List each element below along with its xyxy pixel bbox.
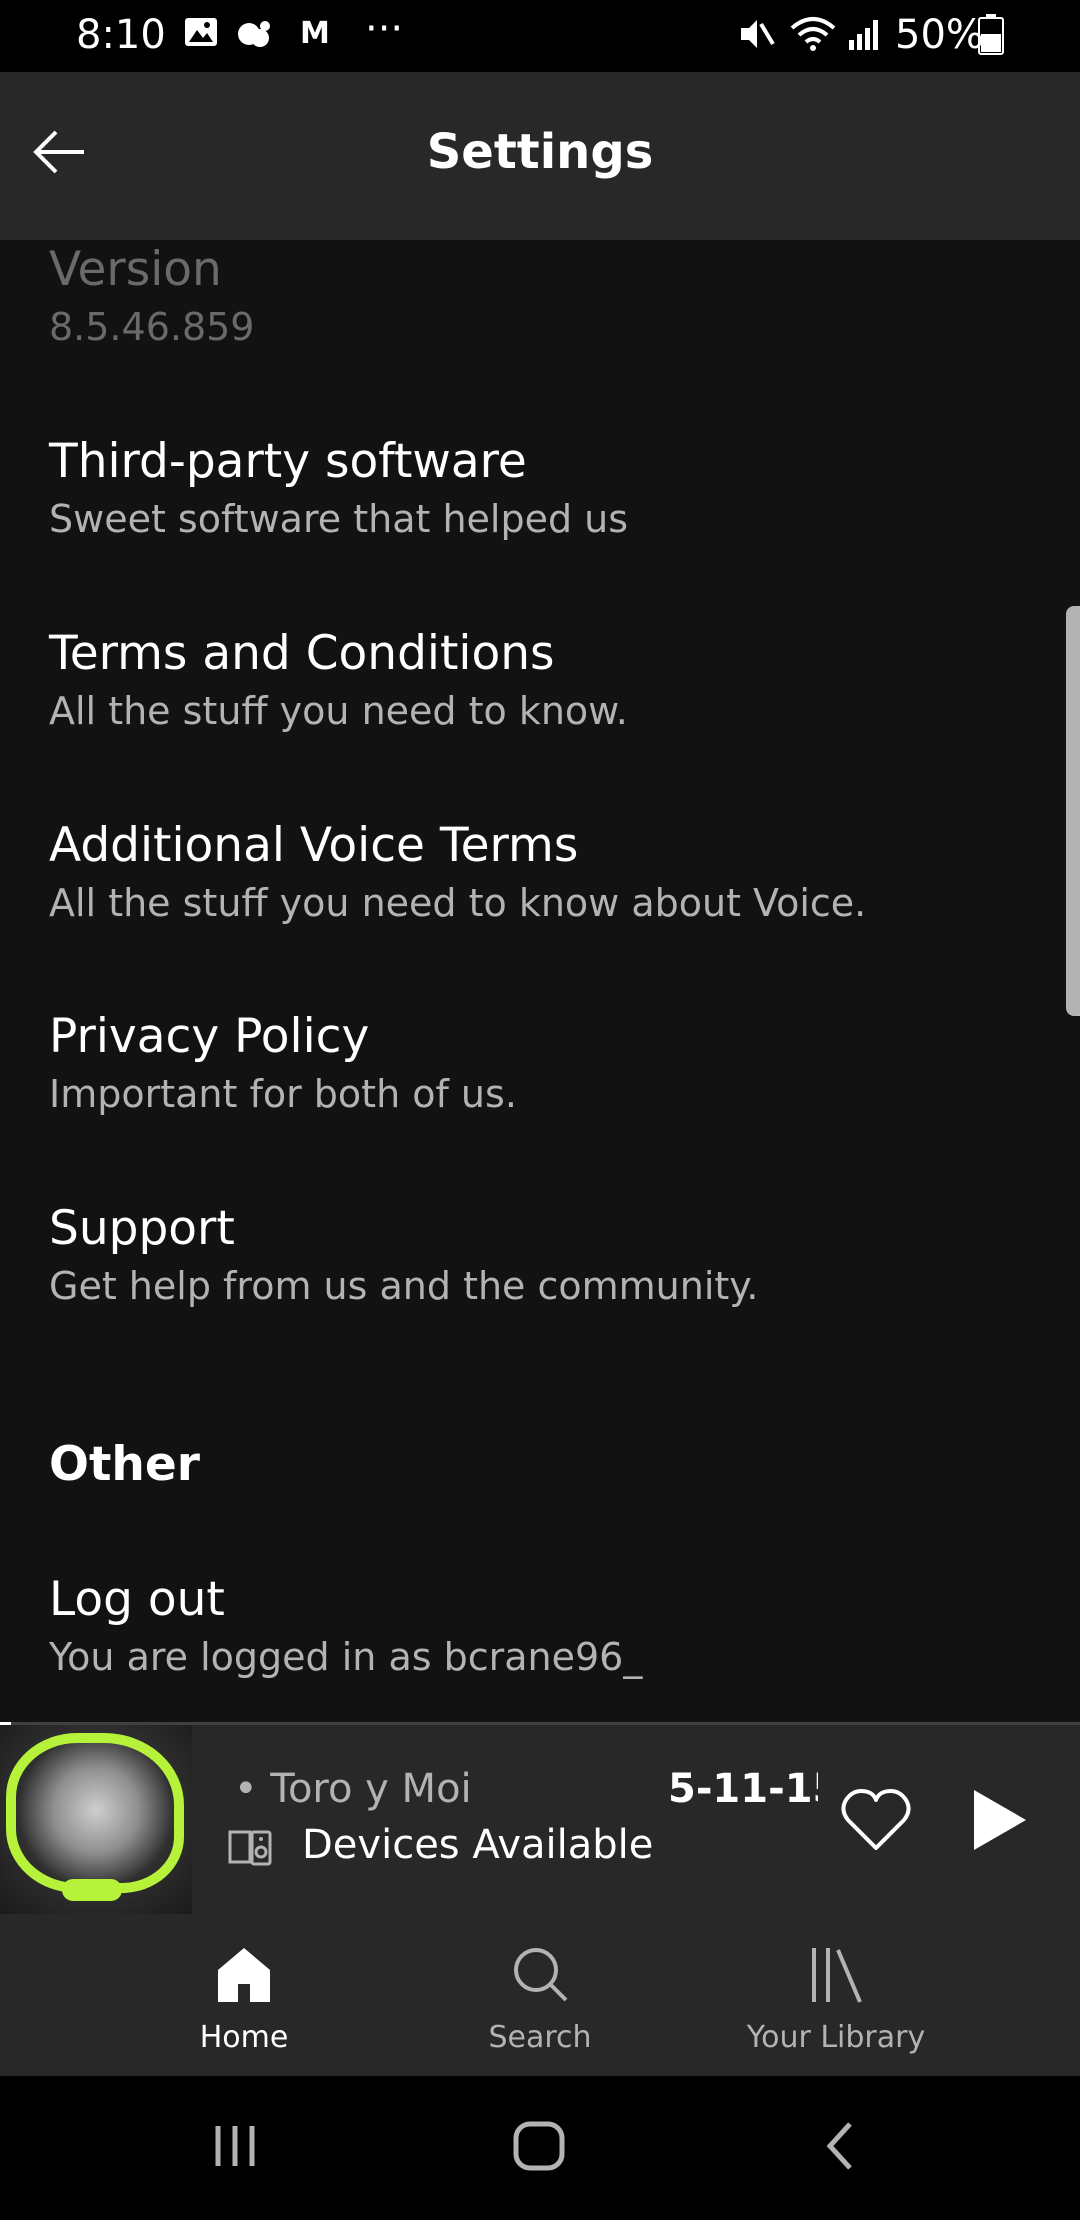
item-title: Terms and Conditions: [49, 626, 555, 681]
nav-label-your-library: Your Library: [746, 2020, 926, 2055]
scrollbar[interactable]: [1066, 606, 1080, 1016]
settings-item-support[interactable]: Support Get help from us and the communi…: [49, 1199, 758, 1313]
gallery-icon: [185, 18, 217, 46]
play-icon[interactable]: [960, 1784, 1032, 1856]
recent-apps-icon[interactable]: [210, 2116, 260, 2176]
mute-icon: [741, 20, 775, 48]
status-time: 8:10: [76, 12, 166, 58]
weather-icon: [238, 21, 270, 47]
system-back-icon[interactable]: [820, 2116, 860, 2176]
settings-item-log-out[interactable]: Log out You are logged in as bcrane96_: [49, 1570, 642, 1684]
version-number: 8.5.46.859: [49, 305, 255, 349]
settings-item-privacy-policy[interactable]: Privacy Policy Important for both of us.: [49, 1007, 517, 1121]
wifi-icon: [790, 17, 836, 51]
home-button-icon[interactable]: [510, 2116, 570, 2176]
section-header-other: Other: [49, 1437, 200, 1492]
status-bar: 8:10 M ··· 50%: [0, 0, 1080, 72]
nav-label-home: Home: [199, 2020, 289, 2055]
gmail-icon: M: [300, 16, 330, 51]
home-icon: [218, 1948, 270, 2002]
item-subtitle: All the stuff you need to know.: [49, 689, 628, 733]
settings-list[interactable]: Version 8.5.46.859 Third-party software …: [0, 240, 1080, 1722]
album-art-label: [62, 1879, 122, 1901]
item-title: Log out: [49, 1572, 225, 1627]
nav-label-search: Search: [488, 2020, 592, 2055]
item-subtitle: All the stuff you need to know about Voi…: [49, 881, 867, 925]
heart-icon[interactable]: [838, 1782, 914, 1858]
settings-item-terms-and-conditions[interactable]: Terms and Conditions All the stuff you n…: [49, 624, 628, 738]
item-subtitle: Get help from us and the community.: [49, 1264, 759, 1308]
signal-icon: [849, 20, 878, 50]
search-icon: [514, 1948, 568, 2002]
item-subtitle: You are logged in as bcrane96_: [49, 1635, 643, 1679]
settings-header: Settings: [0, 72, 1080, 240]
settings-item-version: Version 8.5.46.859: [49, 240, 254, 354]
more-icon: ···: [365, 6, 404, 52]
devices-label: Devices Available: [302, 1822, 654, 1868]
settings-item-additional-voice-terms[interactable]: Additional Voice Terms All the stuff you…: [49, 816, 866, 930]
album-art[interactable]: [0, 1725, 192, 1914]
track-artist: • Toro y Moi: [234, 1766, 472, 1812]
page-title: Settings: [426, 124, 654, 180]
bottom-nav: Home Search Your Library: [0, 1914, 1080, 2076]
item-title: Additional Voice Terms: [49, 818, 579, 873]
item-subtitle: Sweet software that helped us: [49, 497, 629, 541]
settings-item-third-party-software[interactable]: Third-party software Sweet software that…: [49, 432, 628, 546]
nav-item-search[interactable]: Search: [400, 1914, 680, 2076]
album-art-flame-border: [6, 1733, 184, 1893]
battery-percent: 50%: [895, 12, 984, 58]
nav-item-your-library[interactable]: Your Library: [696, 1914, 976, 2076]
system-nav-bar: [0, 2076, 1080, 2220]
mini-player[interactable]: • Toro y Moi 5-11-15 Devices Available: [0, 1722, 1080, 1914]
item-title: Privacy Policy: [49, 1009, 370, 1064]
battery-icon: [978, 14, 1004, 55]
track-title: 5-11-15: [668, 1766, 818, 1812]
nav-item-home[interactable]: Home: [104, 1914, 384, 2076]
library-icon: [812, 1948, 862, 2003]
item-subtitle: Important for both of us.: [49, 1072, 517, 1116]
item-title: Support: [49, 1201, 235, 1256]
devices-icon: [228, 1830, 272, 1866]
item-title: Third-party software: [49, 434, 527, 489]
version-title: Version: [49, 242, 222, 297]
